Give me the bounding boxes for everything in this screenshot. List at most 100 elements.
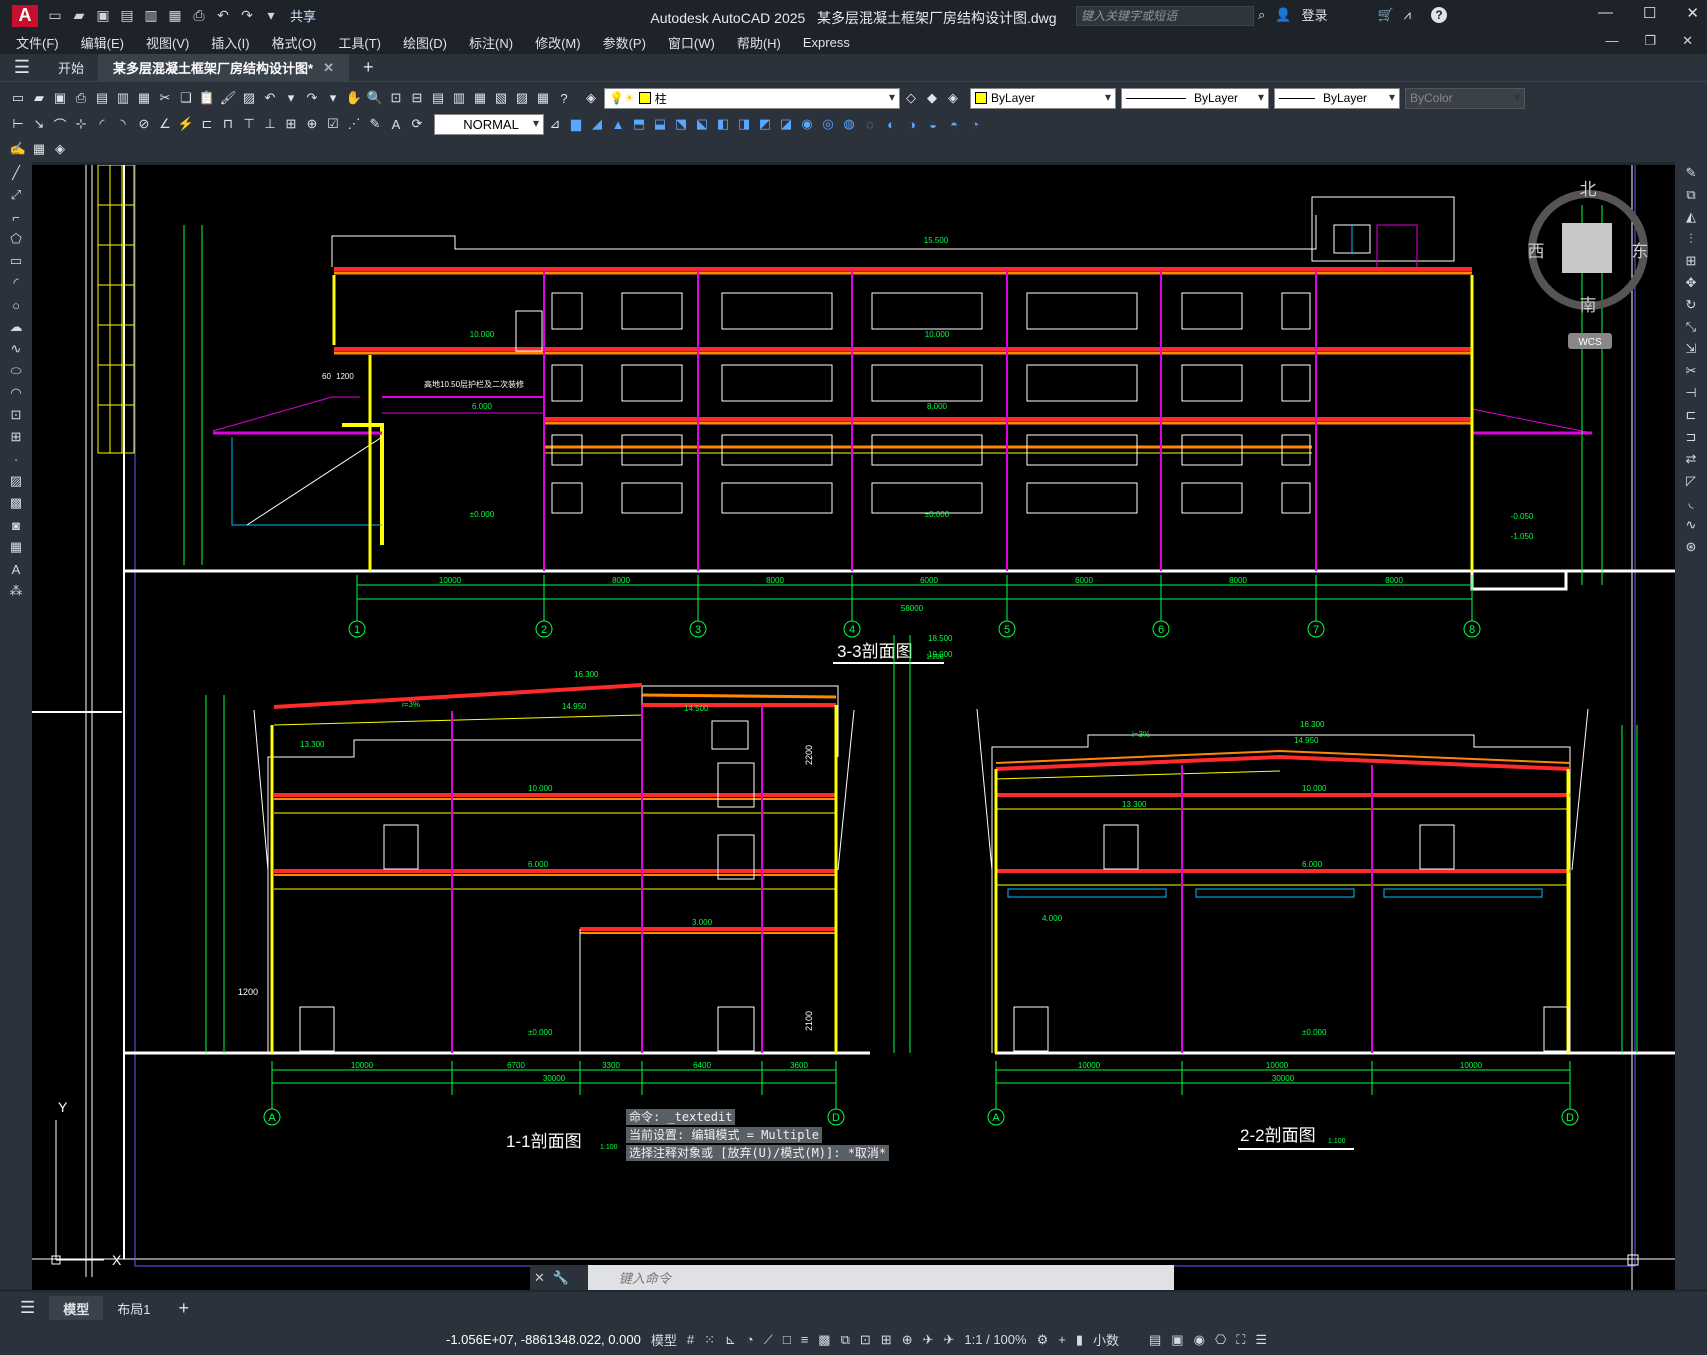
text-edit-icon[interactable]: ✍ xyxy=(8,139,28,159)
break-point-icon[interactable]: ⊏ xyxy=(1675,404,1707,426)
render-icon[interactable]: ◎ xyxy=(818,114,838,134)
drawing-canvas[interactable]: 10000 8000 8000 6000 6000 8000 8000 5800… xyxy=(32,165,1675,1290)
break-icon[interactable]: ⊥ xyxy=(260,114,280,134)
view-front-icon[interactable]: ◑ xyxy=(902,114,922,134)
menu-item-11[interactable]: 帮助(H) xyxy=(737,33,781,52)
join-icon[interactable]: ⇄ xyxy=(1675,448,1707,470)
dim-update-icon[interactable]: ⟳ xyxy=(407,114,427,134)
wcs-button[interactable]: WCS xyxy=(1578,337,1602,348)
open-file-icon[interactable]: ▰ xyxy=(68,5,90,27)
view-top-icon[interactable]: ◒ xyxy=(923,114,943,134)
sheet-set-icon[interactable]: ▧ xyxy=(491,88,511,108)
lineweight-dropdown[interactable]: ByLayer xyxy=(1274,87,1400,109)
menu-item-12[interactable]: Express xyxy=(803,35,850,50)
lock-ui-icon[interactable]: ▣ xyxy=(1171,1332,1183,1348)
3d-osnap-icon[interactable]: ⊡ xyxy=(860,1332,871,1348)
visual-style-icon[interactable]: ◉ xyxy=(797,114,817,134)
menu-item-0[interactable]: 文件(F) xyxy=(16,33,59,52)
line-icon[interactable]: ╱ xyxy=(0,162,32,184)
redo-list-icon[interactable]: ▾ xyxy=(323,88,343,108)
layer-dropdown[interactable]: 💡☀ 柱 xyxy=(604,87,900,109)
erase-icon[interactable]: ✎ xyxy=(1675,162,1707,184)
stretch-icon[interactable]: ⇲ xyxy=(1675,338,1707,360)
fillet-icon[interactable]: ◟ xyxy=(1675,492,1707,514)
new-file-icon[interactable]: ▭ xyxy=(44,5,66,27)
share-button[interactable]: 共享 xyxy=(290,6,316,25)
hardware-accel-icon[interactable]: ⎔ xyxy=(1215,1332,1226,1348)
point-icon[interactable]: · xyxy=(0,448,32,470)
dim-edit-icon[interactable]: ✎ xyxy=(365,114,385,134)
extend-icon[interactable]: ⊣ xyxy=(1675,382,1707,404)
save-as-icon[interactable]: ▤ xyxy=(116,5,138,27)
close-icon[interactable]: ✕ xyxy=(1686,4,1699,22)
viewcube-east[interactable]: 东 xyxy=(1632,242,1649,261)
units-icon[interactable]: ▮ xyxy=(1076,1332,1083,1348)
color-dropdown[interactable]: ByLayer xyxy=(970,87,1116,109)
jogged-icon[interactable]: ◝ xyxy=(113,114,133,134)
save-icon[interactable]: ▣ xyxy=(92,5,114,27)
ordinate-icon[interactable]: ⊹ xyxy=(71,114,91,134)
layer-properties-icon[interactable]: ◈ xyxy=(581,88,601,108)
doc-close-icon[interactable]: ✕ xyxy=(1682,33,1693,49)
redo-icon[interactable]: ↷ xyxy=(236,5,258,27)
block-editor-icon[interactable]: ▨ xyxy=(239,88,259,108)
polyline-icon[interactable]: ⌐ xyxy=(0,206,32,228)
aligned-dim-icon[interactable]: ↘ xyxy=(29,114,49,134)
ellipse-arc-icon[interactable]: ◠ xyxy=(0,382,32,404)
menu-item-5[interactable]: 工具(T) xyxy=(338,33,381,52)
solid-intersect-icon[interactable]: ◨ xyxy=(734,114,754,134)
plot-icon[interactable]: ⎙ xyxy=(71,88,91,108)
copy-icon[interactable]: ⧉ xyxy=(1675,184,1707,206)
command-input[interactable]: ▣▾ 键入命令 xyxy=(588,1265,1174,1290)
properties-icon[interactable]: ▤ xyxy=(428,88,448,108)
menu-item-4[interactable]: 格式(O) xyxy=(272,33,317,52)
osnap-track-icon[interactable]: ⟋ xyxy=(764,1332,773,1348)
auto-scale-icon[interactable]: ✈ xyxy=(944,1332,955,1348)
table-edit-icon[interactable]: ▦ xyxy=(29,139,49,159)
polar-icon[interactable]: ◔ xyxy=(746,1332,754,1347)
space-icon[interactable]: ⊤ xyxy=(239,114,259,134)
solid-extrude-icon[interactable]: ⬒ xyxy=(629,114,649,134)
table-icon[interactable]: ▦ xyxy=(0,536,32,558)
baseline-icon[interactable]: ⊏ xyxy=(197,114,217,134)
radius-icon[interactable]: ◜ xyxy=(92,114,112,134)
model-space-button[interactable]: 模型 xyxy=(651,1330,677,1349)
calculator-icon[interactable]: ▦ xyxy=(533,88,553,108)
gizmo-icon[interactable]: ⊕ xyxy=(902,1332,913,1348)
dimstyle-icon[interactable]: ⊿ xyxy=(545,114,565,134)
viewcube-south[interactable]: 南 xyxy=(1580,296,1597,315)
menu-icon[interactable]: ☰ xyxy=(0,57,44,78)
customize-qat-icon[interactable]: ▾ xyxy=(260,5,282,27)
add-tab-button[interactable]: + xyxy=(349,54,388,81)
cart-icon[interactable]: 🛒 xyxy=(1377,7,1393,23)
3dprint-icon[interactable]: ▦ xyxy=(134,88,154,108)
coordinates-readout[interactable]: -1.056E+07, -8861348.022, 0.000 xyxy=(446,1332,641,1347)
region-icon[interactable]: ◙ xyxy=(0,514,32,536)
zoom-realtime-icon[interactable]: 🔍 xyxy=(365,88,385,108)
menu-item-3[interactable]: 插入(I) xyxy=(211,33,249,52)
annotation-visibility-icon[interactable]: ✈ xyxy=(923,1332,934,1348)
tab-layout1[interactable]: 布局1 xyxy=(103,1296,164,1320)
snap-icon[interactable]: ⁙ xyxy=(704,1332,715,1348)
mirror-icon[interactable]: ◭ xyxy=(1675,206,1707,228)
inspect-icon[interactable]: ☑ xyxy=(323,114,343,134)
layer-walk-icon[interactable]: ◈ xyxy=(50,139,70,159)
tab-start[interactable]: 开始 xyxy=(44,54,100,81)
zoom-previous-icon[interactable]: ⊟ xyxy=(407,88,427,108)
mtext-icon[interactable]: A xyxy=(0,558,32,580)
scale-icon[interactable]: ⤡ xyxy=(1675,316,1707,338)
annotation-scale-dropdown[interactable]: 1:1 / 100% xyxy=(964,1332,1026,1347)
minimize-icon[interactable]: — xyxy=(1598,4,1613,22)
material-icon[interactable]: ◐ xyxy=(881,114,901,134)
tab-model[interactable]: 模型 xyxy=(49,1296,104,1320)
explode-icon[interactable]: ⊛ xyxy=(1675,536,1707,558)
make-current-icon[interactable]: ◇ xyxy=(901,88,921,108)
menu-item-9[interactable]: 参数(P) xyxy=(603,33,646,52)
viewcube-west[interactable]: 西 xyxy=(1528,242,1545,261)
rectangle-icon[interactable]: ▭ xyxy=(0,250,32,272)
tab-close-icon[interactable]: ✕ xyxy=(323,60,334,76)
zoom-window-icon[interactable]: ⊡ xyxy=(386,88,406,108)
menu-item-6[interactable]: 绘图(D) xyxy=(403,33,447,52)
center-mark-icon[interactable]: ⊕ xyxy=(302,114,322,134)
doc-minimize-icon[interactable]: — xyxy=(1605,33,1618,49)
